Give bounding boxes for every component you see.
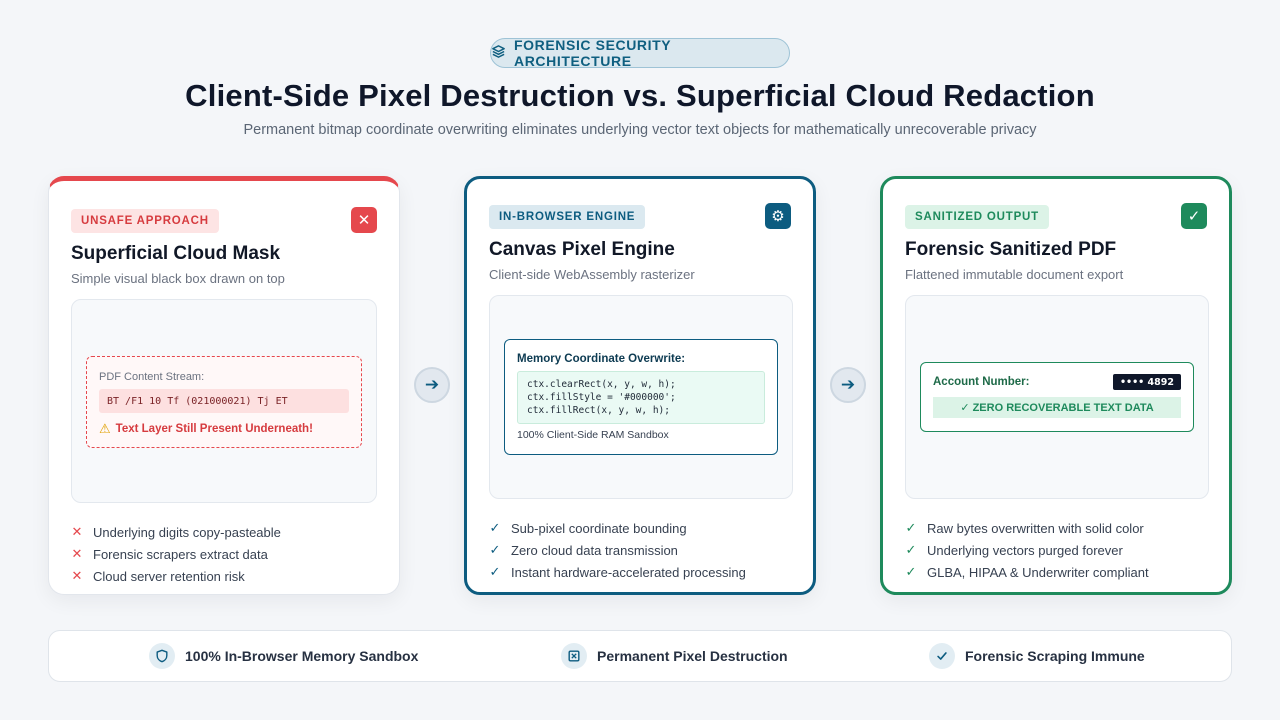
list-item: ✕ Underlying digits copy-pasteable bbox=[71, 521, 281, 543]
feature-text: Zero cloud data transmission bbox=[511, 542, 678, 558]
sandbox-note: 100% Client-Side RAM Sandbox bbox=[517, 429, 669, 441]
feature-list: ✓ Raw bytes overwritten with solid color … bbox=[905, 517, 1149, 583]
check-icon: ✓ bbox=[489, 520, 501, 535]
footer-item-sandbox: 100% In-Browser Memory Sandbox bbox=[149, 631, 418, 681]
card-tag: UNSAFE APPROACH bbox=[71, 209, 219, 233]
page-subtitle: Permanent bitmap coordinate overwriting … bbox=[243, 122, 1037, 138]
card-tag: SANITIZED OUTPUT bbox=[905, 205, 1049, 229]
feature-text: Sub-pixel coordinate bounding bbox=[511, 520, 687, 536]
section-badge-label: FORENSIC SECURITY ARCHITECTURE bbox=[514, 37, 671, 69]
card-subtitle: Flattened immutable document export bbox=[905, 267, 1124, 282]
x-icon: ✕ bbox=[71, 546, 83, 561]
list-item: ✕ Cloud server retention risk bbox=[71, 565, 281, 587]
zero-recoverable-banner: ✓ ZERO RECOVERABLE TEXT DATA bbox=[933, 397, 1181, 418]
card-title: Canvas Pixel Engine bbox=[489, 239, 675, 260]
check-icon: ✓ bbox=[489, 542, 501, 557]
check-icon: ✓ bbox=[489, 564, 501, 579]
feature-text: Instant hardware-accelerated processing bbox=[511, 564, 746, 580]
square-x-icon bbox=[561, 643, 587, 669]
footer-item-destruction: Permanent Pixel Destruction bbox=[561, 631, 788, 681]
account-number-box: Account Number: •••• 4892 ✓ ZERO RECOVER… bbox=[920, 362, 1194, 432]
account-number-label: Account Number: bbox=[933, 376, 1030, 388]
footer-item-immune: Forensic Scraping Immune bbox=[929, 631, 1145, 681]
memory-overwrite-title: Memory Coordinate Overwrite: bbox=[517, 353, 686, 365]
check-icon: ✓ bbox=[1181, 203, 1207, 229]
gear-icon: ⚙ bbox=[765, 203, 791, 229]
list-item: ✓ Instant hardware-accelerated processing bbox=[489, 561, 746, 583]
card-subtitle: Client-side WebAssembly rasterizer bbox=[489, 267, 695, 282]
code-line: ctx.fillRect(x, y, w, h); bbox=[527, 405, 670, 416]
code-line: ctx.fillStyle = '#000000'; bbox=[527, 392, 676, 403]
card-illustration-panel: Account Number: •••• 4892 ✓ ZERO RECOVER… bbox=[905, 295, 1209, 499]
x-icon: ✕ bbox=[71, 568, 83, 583]
feature-footer-bar: 100% In-Browser Memory Sandbox Permanent… bbox=[48, 630, 1232, 682]
unsafe-approach-card: UNSAFE APPROACH ✕ Superficial Cloud Mask… bbox=[48, 176, 400, 595]
list-item: ✓ GLBA, HIPAA & Underwriter compliant bbox=[905, 561, 1149, 583]
page-title: Client-Side Pixel Destruction vs. Superf… bbox=[185, 78, 1095, 113]
check-icon: ✓ bbox=[905, 520, 917, 535]
card-title: Forensic Sanitized PDF bbox=[905, 239, 1117, 260]
arrow-right-icon: ➔ bbox=[414, 367, 450, 403]
card-title: Superficial Cloud Mask bbox=[71, 243, 281, 264]
feature-list: ✕ Underlying digits copy-pasteable ✕ Foren… bbox=[71, 521, 281, 587]
feature-text: Forensic scrapers extract data bbox=[93, 546, 268, 562]
footer-item-label: 100% In-Browser Memory Sandbox bbox=[185, 648, 419, 664]
canvas-engine-card: IN-BROWSER ENGINE ⚙ Canvas Pixel Engine … bbox=[464, 176, 816, 595]
text-layer-warning-label: Text Layer Still Present Underneath! bbox=[115, 423, 313, 435]
x-icon: ✕ bbox=[71, 524, 83, 539]
feature-text: Underlying digits copy-pasteable bbox=[93, 524, 281, 540]
text-layer-warning: ⚠ Text Layer Still Present Underneath! bbox=[99, 421, 313, 437]
masked-account-number: •••• 4892 bbox=[1112, 374, 1181, 390]
warning-icon: ⚠ bbox=[99, 421, 111, 436]
card-subtitle: Simple visual black box drawn on top bbox=[71, 271, 285, 286]
list-item: ✓ Zero cloud data transmission bbox=[489, 539, 746, 561]
code-snippet: ctx.clearRect(x, y, w, h); ctx.fillStyle… bbox=[517, 371, 765, 424]
feature-text: GLBA, HIPAA & Underwriter compliant bbox=[927, 564, 1149, 580]
code-line: ctx.clearRect(x, y, w, h); bbox=[527, 379, 676, 390]
layers-icon bbox=[491, 44, 506, 62]
card-illustration-panel: PDF Content Stream: BT /F1 10 Tf (021000… bbox=[71, 299, 377, 503]
feature-text: Raw bytes overwritten with solid color bbox=[927, 520, 1144, 536]
list-item: ✓ Raw bytes overwritten with solid color bbox=[905, 517, 1149, 539]
feature-text: Cloud server retention risk bbox=[93, 568, 245, 584]
check-icon: ✓ bbox=[905, 564, 917, 579]
footer-item-label: Forensic Scraping Immune bbox=[965, 648, 1145, 664]
feature-text: Underlying vectors purged forever bbox=[927, 542, 1123, 558]
content-stream-code: BT /F1 10 Tf (021000021) Tj ET bbox=[99, 389, 349, 413]
check-icon bbox=[929, 643, 955, 669]
content-stream-box: PDF Content Stream: BT /F1 10 Tf (021000… bbox=[86, 356, 362, 448]
card-illustration-panel: Memory Coordinate Overwrite: ctx.clearRe… bbox=[489, 295, 793, 499]
check-icon: ✓ bbox=[905, 542, 917, 557]
list-item: ✓ Sub-pixel coordinate bounding bbox=[489, 517, 746, 539]
close-icon: ✕ bbox=[351, 207, 377, 233]
memory-overwrite-box: Memory Coordinate Overwrite: ctx.clearRe… bbox=[504, 339, 778, 455]
sanitized-output-card: SANITIZED OUTPUT ✓ Forensic Sanitized PD… bbox=[880, 176, 1232, 595]
card-tag: IN-BROWSER ENGINE bbox=[489, 205, 646, 229]
arrow-right-icon: ➔ bbox=[830, 367, 866, 403]
feature-list: ✓ Sub-pixel coordinate bounding ✓ Zero clo… bbox=[489, 517, 746, 583]
section-badge: FORENSIC SECURITY ARCHITECTURE bbox=[490, 37, 790, 69]
shield-icon bbox=[149, 643, 175, 669]
list-item: ✓ Underlying vectors purged forever bbox=[905, 539, 1149, 561]
list-item: ✕ Forensic scrapers extract data bbox=[71, 543, 281, 565]
content-stream-label: PDF Content Stream: bbox=[99, 371, 205, 383]
footer-item-label: Permanent Pixel Destruction bbox=[597, 648, 788, 664]
